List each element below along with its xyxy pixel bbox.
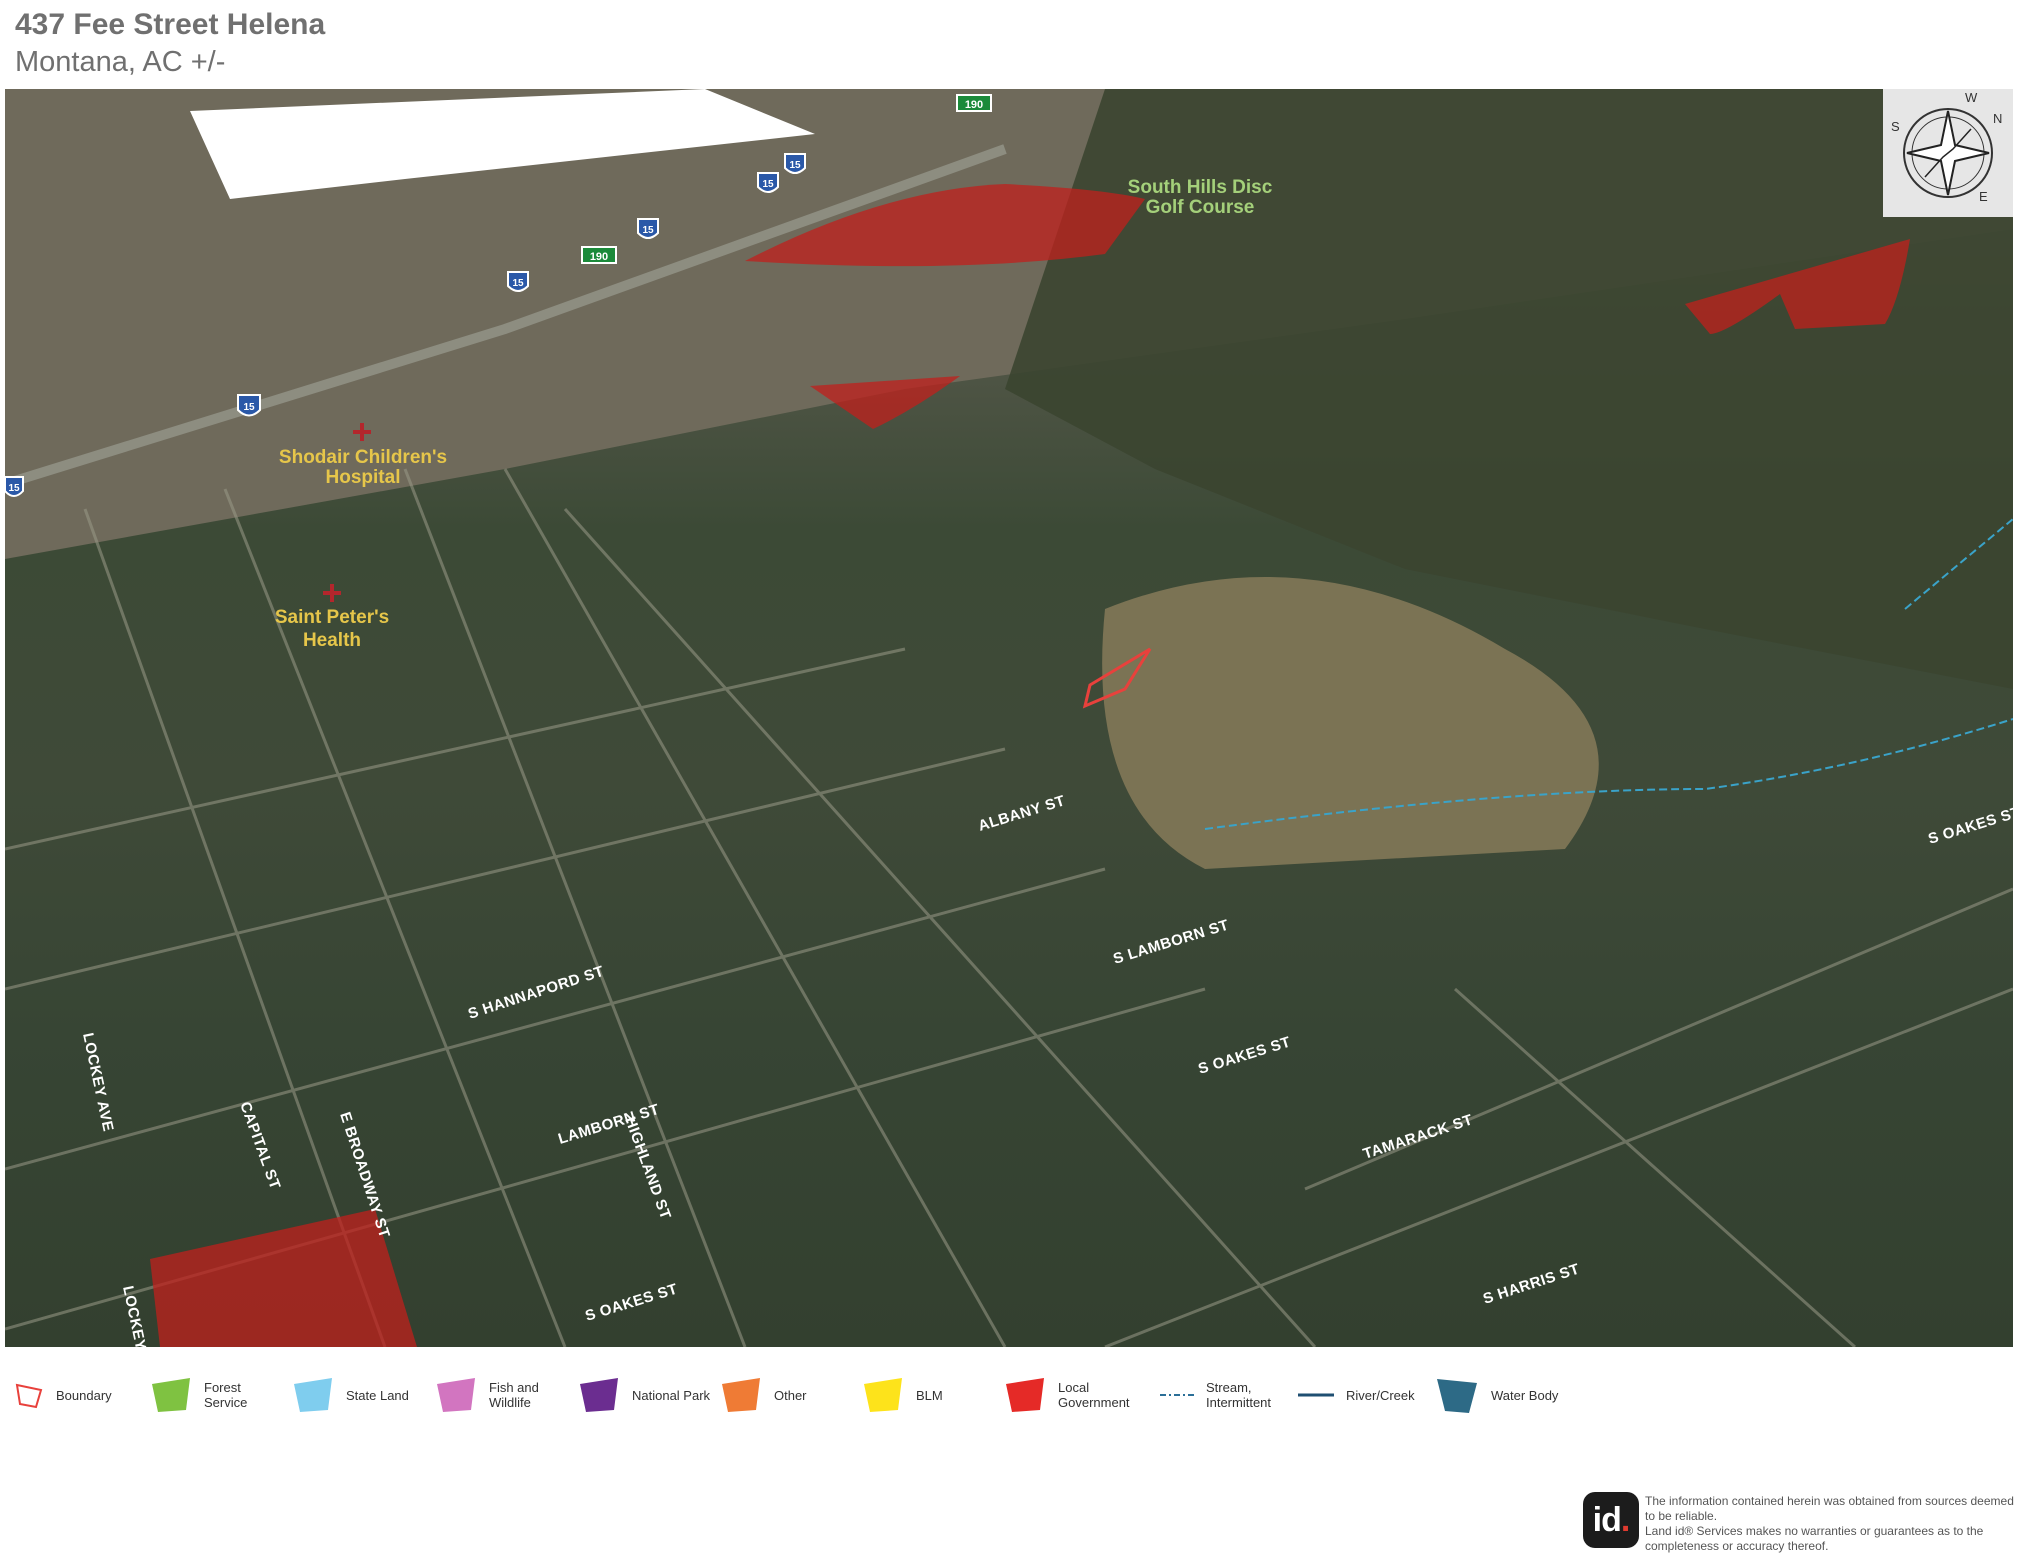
boundary-swatch-icon — [15, 1383, 43, 1409]
legend-item-boundary: Boundary — [14, 1370, 112, 1420]
street-label: S HANNAPORD ST — [466, 963, 606, 1023]
street-label: S LAMBORN ST — [1111, 916, 1231, 967]
legend-item-forest-service: Forest Service — [150, 1370, 247, 1420]
blm-swatch-icon — [864, 1378, 902, 1412]
svg-text:15: 15 — [8, 483, 20, 494]
interstate-shield: 15 — [507, 271, 529, 292]
street-label: S OAKES ST — [583, 1281, 680, 1325]
land-id-logo: id. — [1583, 1492, 1639, 1548]
interstate-shield: 15 — [237, 394, 261, 417]
svg-text:15: 15 — [512, 278, 524, 289]
svg-text:190: 190 — [590, 251, 608, 263]
legend-item-state-land: State Land — [292, 1370, 409, 1420]
legend-item-river-creek: River/Creek — [1298, 1370, 1415, 1420]
disclaimer-text: The information contained herein was obt… — [1645, 1494, 2014, 1553]
street-label: LOCKEY AVE — [79, 1031, 117, 1133]
stream-swatch-icon — [1160, 1394, 1194, 1396]
street-label: HIGHLAND ST — [621, 1115, 674, 1222]
interstate-shield: 15 — [757, 172, 779, 193]
mount-helena-slope — [1102, 577, 1599, 869]
svg-text:W: W — [1965, 90, 1978, 105]
poi-label: Hospital — [326, 467, 401, 488]
interstate-shield: 15 — [5, 476, 24, 497]
svg-text:15: 15 — [789, 160, 801, 171]
legend-item-blm: BLM — [862, 1370, 943, 1420]
street-label: TAMARACK ST — [1361, 1111, 1475, 1163]
compass-rose-icon: N E S W — [1891, 90, 2002, 204]
poi-label: Shodair Children's — [279, 447, 447, 468]
svg-text:15: 15 — [762, 179, 774, 190]
poi-label: South Hills Disc — [1128, 177, 1273, 198]
legend-item-other: Other — [720, 1370, 807, 1420]
water-body-swatch-icon — [1437, 1379, 1477, 1413]
route-shield: 190 — [581, 246, 617, 264]
svg-text:E: E — [1979, 189, 1988, 204]
route-shield: 190 — [956, 94, 992, 112]
national-park-swatch-icon — [580, 1378, 618, 1412]
poi-label: Health — [303, 630, 361, 651]
legend-item-stream-intermittent: Stream, Intermittent — [1160, 1370, 1271, 1420]
page-title: 437 Fee Street Helena — [15, 8, 326, 41]
other-swatch-icon — [722, 1378, 760, 1412]
aerial-map[interactable]: Shodair Children's Hospital Saint Peter'… — [5, 89, 2013, 1347]
interstate-shield: 15 — [784, 153, 806, 174]
compass: N E S W — [1883, 89, 2013, 217]
street-label: CAPITAL ST — [236, 1100, 283, 1192]
poi-label: Golf Course — [1146, 197, 1255, 218]
svg-text:15: 15 — [243, 402, 255, 413]
map-legend: Boundary Forest Service State Land Fish … — [0, 1370, 2017, 1430]
legend-item-fish-and-wildlife: Fish and Wildlife — [435, 1370, 539, 1420]
local-government-swatch-icon — [1006, 1378, 1044, 1412]
legend-item-national-park: National Park — [578, 1370, 710, 1420]
interstate-shield: 15 — [637, 218, 659, 239]
street-label: S OAKES ST — [1196, 1034, 1293, 1078]
fish-wildlife-swatch-icon — [437, 1378, 475, 1412]
svg-text:N: N — [1993, 111, 2002, 126]
forest-service-swatch-icon — [152, 1378, 190, 1412]
river-swatch-icon — [1298, 1393, 1334, 1397]
street-label: S HARRIS ST — [1481, 1261, 1582, 1308]
page-subtitle: Montana, AC +/- — [15, 46, 226, 78]
svg-text:15: 15 — [642, 225, 654, 236]
street-label: ALBANY ST — [976, 792, 1067, 835]
svg-text:190: 190 — [965, 99, 983, 111]
legend-item-local-government: Local Government — [1004, 1370, 1130, 1420]
poi-label: Saint Peter's — [275, 607, 389, 628]
state-land-swatch-icon — [294, 1378, 332, 1412]
street-label: S OAKES ST — [1926, 804, 2013, 848]
legend-item-water-body: Water Body — [1435, 1370, 1558, 1420]
svg-text:S: S — [1891, 119, 1900, 134]
street-label: LOCKEY AV — [119, 1284, 154, 1347]
map-canvas: Shodair Children's Hospital Saint Peter'… — [5, 89, 2013, 1347]
